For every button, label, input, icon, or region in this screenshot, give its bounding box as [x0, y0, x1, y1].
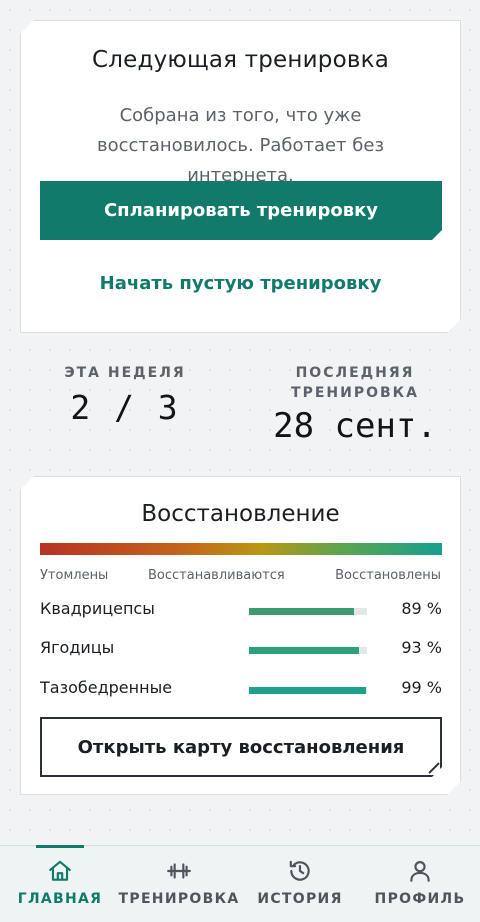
- nav-label: ТРЕНИРОВКА: [118, 891, 240, 907]
- recovery-gradient-scale: [40, 543, 442, 555]
- nav-item-history[interactable]: ИСТОРИЯ: [240, 846, 360, 922]
- recovery-title: Восстановление: [141, 501, 340, 527]
- muscle-row: Тазобедренные 99 %: [40, 678, 442, 702]
- nav-label: ИСТОРИЯ: [257, 891, 343, 907]
- week-stat-value: 2 / 3: [70, 388, 180, 427]
- week-stat-label: ЭТА НЕДЕЛЯ: [64, 365, 186, 381]
- profile-icon: [410, 861, 430, 882]
- muscle-recovery-fill: [249, 608, 354, 615]
- history-icon: [289, 860, 310, 881]
- muscle-name: Квадрицепсы: [40, 599, 155, 618]
- muscle-row: Ягодицы 93 %: [40, 638, 442, 662]
- muscle-row: Квадрицепсы 89 %: [40, 599, 442, 623]
- muscle-recovery-bar: [249, 647, 367, 654]
- open-recovery-map-button[interactable]: Открыть карту восстановления: [40, 717, 442, 777]
- muscle-recovery-bar: [249, 687, 367, 694]
- last-workout-value: 28 сент.: [273, 406, 437, 446]
- legend-fatigued: Утомлены: [40, 568, 109, 583]
- muscle-percent: 99 %: [401, 678, 442, 697]
- muscle-percent: 93 %: [401, 638, 442, 657]
- nav-item-home[interactable]: ГЛАВНАЯ: [0, 846, 120, 922]
- nav-label: ГЛАВНАЯ: [17, 891, 103, 907]
- muscle-recovery-fill: [249, 687, 366, 694]
- last-workout-label: ПОСЛЕДНЯЯ ТРЕНИРОВКА: [291, 365, 419, 401]
- muscle-name: Ягодицы: [40, 638, 115, 657]
- legend-recovered: Восстановлены: [335, 568, 441, 583]
- start-empty-workout-button[interactable]: Начать пустую тренировку: [21, 273, 460, 294]
- dumbbell-icon: [167, 863, 191, 879]
- home-icon: [49, 860, 71, 881]
- next-workout-subtitle: Собрана из того, что уже восстановилось.…: [96, 105, 385, 186]
- nav-item-profile[interactable]: ПРОФИЛЬ: [360, 846, 480, 922]
- bottom-nav: ГЛАВНАЯ ТРЕНИРОВКА ИСТОРИЯ ПРОФИЛЬ: [0, 845, 480, 922]
- next-workout-card: Следующая тренировка Собрана из того, чт…: [20, 20, 461, 333]
- recovery-card: Восстановление Утомлены Восстанавливаютс…: [20, 476, 461, 795]
- muscle-name: Тазобедренные: [40, 678, 173, 697]
- plan-workout-button[interactable]: Спланировать тренировку: [40, 181, 442, 240]
- nav-label: ПРОФИЛЬ: [374, 891, 466, 907]
- legend-recovering: Восстанавливаются: [148, 568, 285, 583]
- muscle-recovery-fill: [249, 647, 359, 654]
- nav-item-workout[interactable]: ТРЕНИРОВКА: [118, 846, 240, 922]
- home-screen: Следующая тренировка Собрана из того, чт…: [0, 0, 480, 922]
- muscle-percent: 89 %: [401, 599, 442, 618]
- muscle-recovery-bar: [249, 608, 367, 615]
- next-workout-title: Следующая тренировка: [91, 47, 390, 73]
